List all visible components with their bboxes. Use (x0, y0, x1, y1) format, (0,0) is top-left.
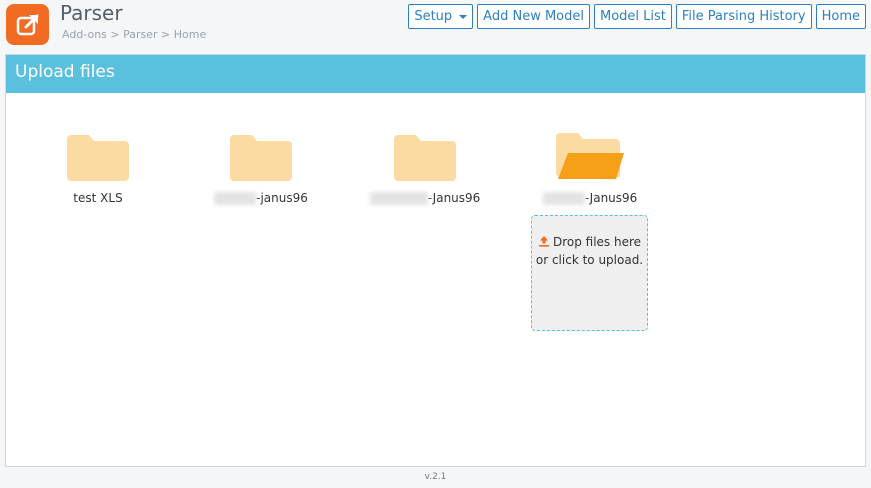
folder-icon (67, 135, 129, 181)
dropzone-text: Drop files here or click to upload. (535, 235, 644, 267)
upload-panel: Upload files test XLS -janus96 -Janus96 … (5, 54, 866, 467)
panel-title: Upload files (6, 55, 865, 93)
breadcrumb: Add-ons > Parser > Home (62, 28, 207, 41)
folder-label: -janus96 (256, 191, 308, 205)
folder-item[interactable]: -Janus96 (350, 133, 500, 205)
folder-item[interactable]: test XLS (23, 133, 173, 205)
home-button[interactable]: Home (815, 4, 866, 29)
app-title: Parser (60, 1, 123, 25)
setup-dropdown-button[interactable]: Setup (408, 4, 474, 29)
redacted-text (214, 192, 257, 205)
folder-open-icon (556, 133, 624, 179)
folder-item-open[interactable]: -Janus96 (515, 131, 665, 205)
folder-label: -Janus96 (584, 191, 638, 205)
folder-label: -Janus96 (427, 191, 481, 205)
model-list-button[interactable]: Model List (594, 4, 672, 29)
caret-down-icon (459, 14, 468, 19)
setup-label: Setup (414, 9, 453, 24)
upload-dropzone[interactable]: Drop files here or click to upload. (531, 215, 648, 331)
folder-icon (230, 135, 292, 181)
external-link-icon (16, 14, 38, 35)
folder-item[interactable]: -janus96 (186, 133, 336, 205)
folder-icon (394, 135, 456, 181)
version-label: v.2.1 (424, 472, 447, 482)
folder-label: test XLS (73, 191, 123, 205)
upload-icon (538, 236, 549, 247)
redacted-text (542, 192, 585, 205)
add-new-model-button[interactable]: Add New Model (477, 4, 590, 29)
top-nav: Setup Add New Model Model List File Pars… (408, 4, 866, 29)
file-parsing-history-button[interactable]: File Parsing History (675, 4, 812, 29)
app-logo[interactable] (6, 4, 49, 45)
redacted-text (369, 192, 428, 205)
